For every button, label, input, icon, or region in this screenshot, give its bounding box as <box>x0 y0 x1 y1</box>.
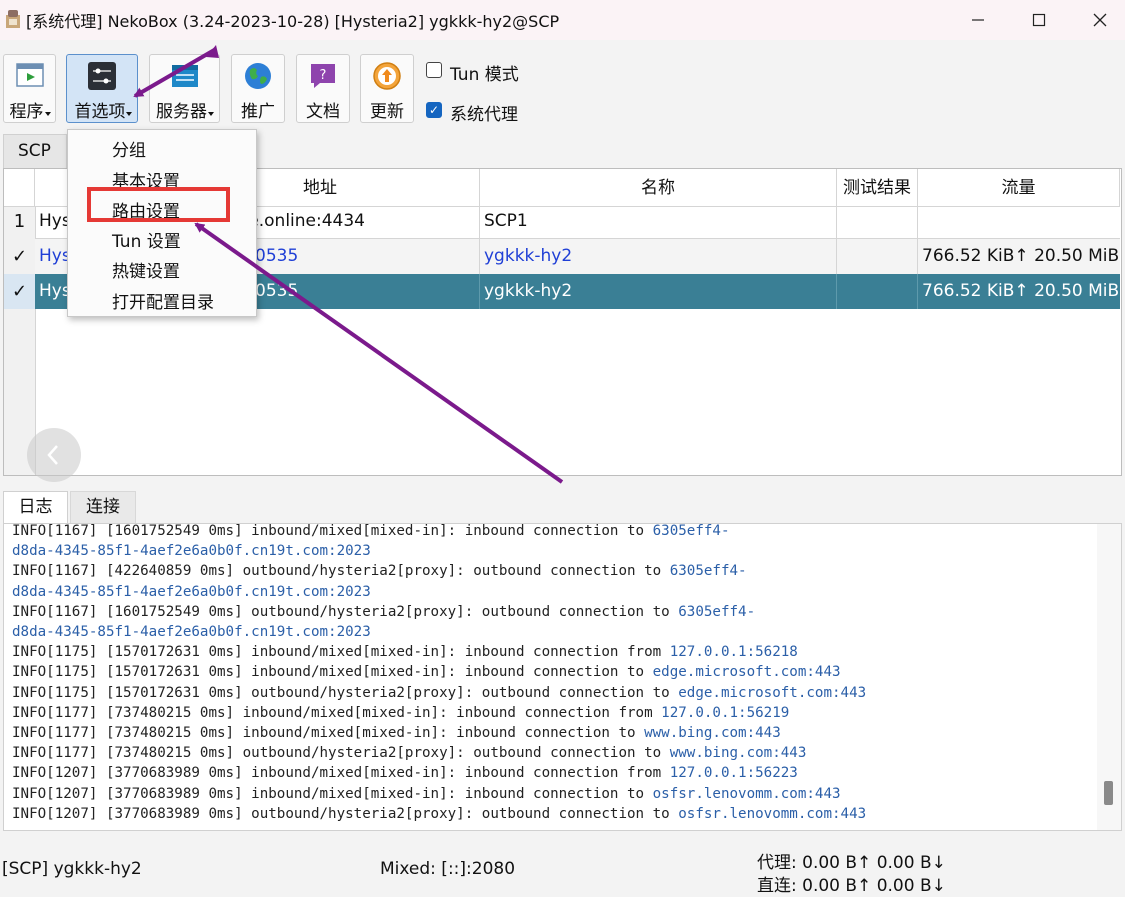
cell-test-result <box>837 274 918 309</box>
log-line: INFO[1207] [3770683989 0ms] outbound/hys… <box>12 805 867 822</box>
cell-test-result <box>837 204 918 239</box>
svg-text:?: ? <box>320 68 327 83</box>
log-line: INFO[1175] [1570172631 0ms] outbound/hys… <box>12 684 867 701</box>
update-button-label: 更新 <box>370 102 404 122</box>
program-button-label: 程序 <box>9 102 44 122</box>
cell-traffic: 766.52 KiB↑ 20.50 MiB↓ <box>922 281 1120 301</box>
preferences-icon <box>88 62 116 90</box>
log-line: INFO[1167] [1601752549 0ms] inbound/mixe… <box>12 523 730 539</box>
log-line: INFO[1175] [1570172631 0ms] inbound/mixe… <box>12 664 841 681</box>
menu-item-open-config-folder[interactable]: 打开配置目录 <box>112 288 214 313</box>
log-line: INFO[1207] [3770683989 0ms] inbound/mixe… <box>12 765 798 782</box>
program-dropdown-caret <box>45 112 51 116</box>
promote-button[interactable]: 推广 <box>231 54 285 123</box>
window-title: [系统代理] NekoBox (3.24-2023-10-28) [Hyster… <box>26 12 560 31</box>
tab-log[interactable]: 日志 <box>3 491 68 524</box>
chevron-left-icon <box>47 445 58 465</box>
status-current-profile: [SCP] ygkkk-hy2 <box>2 859 142 879</box>
minimize-icon <box>972 19 984 21</box>
close-icon <box>1093 13 1107 27</box>
routing-settings-highlight-box <box>87 187 230 222</box>
row-index: ✓ <box>4 274 35 309</box>
help-doc-icon: ? <box>311 64 335 88</box>
group-tab-scp[interactable]: SCP <box>3 134 67 169</box>
log-line: d8da-4345-85f1-4aef2e6a0b0f.cn19t.com:20… <box>12 624 371 641</box>
tun-mode-checkbox[interactable] <box>426 62 442 78</box>
column-header-name[interactable]: 名称 <box>480 169 837 207</box>
update-button[interactable]: 更新 <box>360 54 414 123</box>
log-line: INFO[1177] [737480215 0ms] inbound/mixed… <box>12 704 790 721</box>
log-scrollbar-thumb[interactable] <box>1104 781 1113 805</box>
column-header-test-result[interactable]: 测试结果 <box>837 169 918 207</box>
cell-name: ygkkk-hy2 <box>480 274 837 309</box>
table-corner <box>4 169 35 207</box>
back-button[interactable] <box>27 428 81 482</box>
docs-button-label: 文档 <box>306 102 340 122</box>
maximize-button[interactable] <box>1009 0 1069 40</box>
server-button-label: 服务器 <box>156 102 207 122</box>
preferences-dropdown-caret <box>126 112 132 116</box>
system-proxy-checkbox[interactable]: ✓ <box>426 102 442 118</box>
row-index: ✓ <box>11 246 28 267</box>
log-line: d8da-4345-85f1-4aef2e6a0b0f.cn19t.com:20… <box>12 543 371 560</box>
log-line: INFO[1167] [1601752549 0ms] outbound/hys… <box>12 603 756 620</box>
close-button[interactable] <box>1070 0 1125 40</box>
minimize-button[interactable] <box>948 0 1008 40</box>
program-icon <box>15 63 44 87</box>
app-icon <box>6 10 20 28</box>
menu-item-group[interactable]: 分组 <box>112 136 146 161</box>
row-index: 1 <box>13 211 26 232</box>
maximize-icon <box>1032 13 1046 27</box>
cell-test-result <box>837 239 918 274</box>
server-dropdown-caret <box>208 112 214 116</box>
log-line: INFO[1177] [737480215 0ms] outbound/hyst… <box>12 745 807 762</box>
menu-item-tun-settings[interactable]: Tun 设置 <box>112 227 181 252</box>
cell-name: SCP1 <box>480 204 837 239</box>
log-line: INFO[1207] [3770683989 0ms] inbound/mixe… <box>12 785 841 802</box>
cell-name: ygkkk-hy2 <box>480 239 837 274</box>
preferences-dropdown-menu: 分组 基本设置 路由设置 Tun 设置 热键设置 打开配置目录 <box>67 129 257 317</box>
tun-mode-label: Tun 模式 <box>450 65 519 85</box>
cell-traffic: 766.52 KiB↑ 20.50 MiB↓ <box>922 246 1120 266</box>
group-tab-label: SCP <box>18 141 51 161</box>
promote-button-label: 推广 <box>241 102 275 122</box>
column-header-traffic[interactable]: 流量 <box>918 169 1120 207</box>
tab-connections[interactable]: 连接 <box>70 491 136 524</box>
log-line: d8da-4345-85f1-4aef2e6a0b0f.cn19t.com:20… <box>12 583 371 600</box>
status-mixed-port: Mixed: [::]:2080 <box>380 859 516 879</box>
server-button[interactable]: 服务器 <box>149 54 220 123</box>
program-button[interactable]: 程序 <box>3 54 56 123</box>
log-text: INFO[1167] [1601752549 0ms] inbound/mixe… <box>12 523 867 824</box>
log-line: INFO[1167] [422640859 0ms] outbound/hyst… <box>12 563 747 580</box>
preferences-button-label: 首选项 <box>74 102 126 122</box>
preferences-button[interactable]: 首选项 <box>66 54 138 123</box>
system-proxy-label: 系统代理 <box>450 105 518 125</box>
docs-button[interactable]: ? 文档 <box>296 54 350 123</box>
log-line: INFO[1175] [1570172631 0ms] inbound/mixe… <box>12 644 798 661</box>
status-proxy-traffic: 代理: 0.00 B↑ 0.00 B↓ <box>757 853 946 873</box>
cell-traffic <box>918 204 1120 239</box>
status-direct-traffic: 直连: 0.00 B↑ 0.00 B↓ <box>757 876 946 896</box>
server-icon <box>171 65 198 87</box>
globe-icon <box>245 63 271 89</box>
log-panel[interactable]: INFO[1167] [1601752549 0ms] inbound/mixe… <box>3 523 1122 831</box>
menu-item-hotkey-settings[interactable]: 热键设置 <box>112 257 180 282</box>
log-line: INFO[1177] [737480215 0ms] inbound/mixed… <box>12 725 781 742</box>
update-icon <box>373 62 401 90</box>
